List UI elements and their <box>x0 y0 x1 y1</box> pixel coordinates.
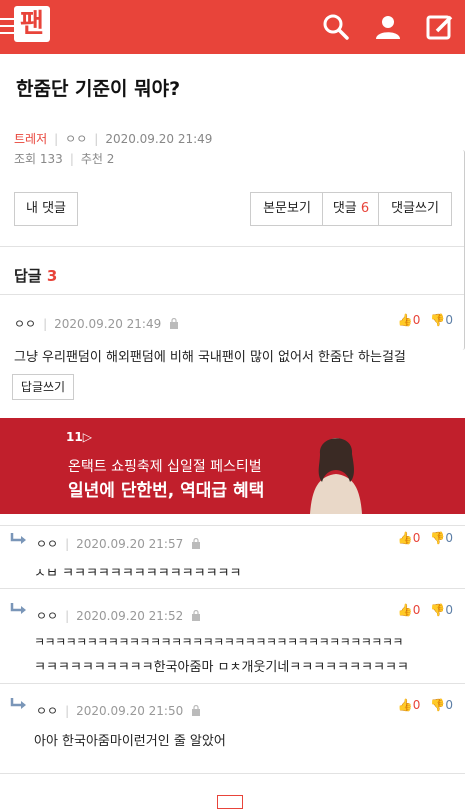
reply-arrow-icon <box>10 533 26 544</box>
downvote-count: 0 <box>445 313 453 327</box>
post-title: 한줌단 기준이 뭐야? <box>16 78 181 100</box>
comments-button[interactable]: 댓글 6 <box>322 192 380 226</box>
divider <box>0 525 465 526</box>
reply-votes: 👍0 👎0 <box>398 531 453 545</box>
post-stats: 조회 133 | 추천 2 <box>14 152 115 166</box>
ad-line1: 온택트 쇼핑축제 십일절 페스티벌 <box>68 459 262 475</box>
divider <box>0 246 465 247</box>
reply-text-line2: ㅋㅋㅋㅋㅋㅋㅋㅋㅋㅋ한국아줌마 ㅁㅊ개웃기네ㅋㅋㅋㅋㅋㅋㅋㅋㅋㅋ <box>34 660 409 675</box>
ad-model-image <box>310 438 362 514</box>
write-comment-button[interactable]: 댓글쓰기 <box>378 192 452 226</box>
downvote-button[interactable]: 👎0 <box>430 531 453 545</box>
reply-arrow-icon <box>10 698 26 709</box>
reply-nick[interactable]: ㅇㅇ <box>36 702 58 719</box>
reply-votes: 👍0 👎0 <box>398 698 453 712</box>
reply-arrow-icon <box>10 603 26 614</box>
scrollbar[interactable] <box>460 150 465 350</box>
comment-meta: ㅇㅇ | 2020.09.20 21:49 <box>14 315 179 332</box>
comment-nick[interactable]: ㅇㅇ <box>14 315 36 332</box>
upvote-count: 0 <box>412 531 421 545</box>
reply-text: ㅅㅂ ㅋㅋㅋㅋㅋㅋㅋㅋㅋㅋㅋㅋㅋㅋㅋ <box>34 566 242 581</box>
reply-text: ㅋㅋㅋㅋㅋㅋㅋㅋㅋㅋㅋㅋㅋㅋㅋㅋㅋㅋㅋㅋㅋㅋㅋㅋㅋㅋㅋㅋㅋㅋㅋㅋㅋㅋㅋ <box>34 635 403 649</box>
divider <box>0 773 465 774</box>
downvote-count: 0 <box>445 603 453 617</box>
lock-icon <box>192 538 201 549</box>
downvote-count: 0 <box>445 698 453 712</box>
ad-brand: 11▷ <box>66 430 92 444</box>
downvote-button[interactable]: 👎0 <box>430 313 453 327</box>
post-recommend: 추천 2 <box>80 152 115 166</box>
ad-line2: 일년에 단한번, 역대급 혜택 <box>68 481 265 501</box>
reply-meta: ㅇㅇ | 2020.09.20 21:52 <box>36 607 201 624</box>
lock-icon <box>192 610 201 621</box>
reply-meta: ㅇㅇ | 2020.09.20 21:57 <box>36 535 201 552</box>
upvote-count: 0 <box>412 698 421 712</box>
comments-count: 6 <box>360 201 370 216</box>
lock-icon <box>192 705 201 716</box>
replies-count: 3 <box>46 267 58 285</box>
lock-icon <box>170 318 179 329</box>
replies-heading: 답글 3 <box>14 265 57 286</box>
user-icon[interactable] <box>373 12 403 42</box>
post-views: 조회 133 <box>14 152 63 166</box>
reply-datetime: 2020.09.20 21:50 <box>76 703 184 718</box>
downvote-button[interactable]: 👎0 <box>430 698 453 712</box>
upvote-button[interactable]: 👍0 <box>398 603 421 617</box>
reply-button[interactable]: 답글쓰기 <box>12 374 74 400</box>
write-icon[interactable] <box>425 12 455 42</box>
downvote-count: 0 <box>445 531 453 545</box>
ad-banner[interactable]: 11▷ 온택트 쇼핑축제 십일절 페스티벌 일년에 단한번, 역대급 혜택 <box>0 418 465 514</box>
post-author[interactable]: 트레저 <box>14 132 47 146</box>
comment-text: 그냥 우리팬덤이 해외팬덤에 비해 국내팬이 많이 없어서 한줌단 하는걸걸 <box>14 350 406 365</box>
post-nickname: ㅇㅇ <box>65 132 88 146</box>
site-logo[interactable]: 팬 <box>14 6 50 42</box>
my-comments-button[interactable]: 내 댓글 <box>14 192 78 226</box>
reply-text: 아아 한국아줌마이런거인 줄 알았어 <box>34 734 226 749</box>
divider <box>0 683 465 684</box>
pagination-box[interactable] <box>217 795 243 809</box>
downvote-button[interactable]: 👎0 <box>430 603 453 617</box>
top-bar: 팬 <box>0 0 465 54</box>
upvote-count: 0 <box>412 603 421 617</box>
replies-label: 답글 <box>14 267 42 285</box>
reply-datetime: 2020.09.20 21:52 <box>76 608 184 623</box>
view-post-button[interactable]: 본문보기 <box>250 192 324 226</box>
reply-datetime: 2020.09.20 21:57 <box>76 536 184 551</box>
post-datetime: 2020.09.20 21:49 <box>105 132 213 146</box>
upvote-button[interactable]: 👍0 <box>398 531 421 545</box>
divider <box>0 294 465 295</box>
search-icon[interactable] <box>321 12 351 42</box>
comment-votes: 👍0 👎0 <box>398 313 453 327</box>
comments-label: 댓글 <box>332 201 357 216</box>
comment-datetime: 2020.09.20 21:49 <box>54 316 162 331</box>
reply-nick[interactable]: ㅇㅇ <box>36 607 58 624</box>
upvote-button[interactable]: 👍0 <box>398 698 421 712</box>
reply-votes: 👍0 👎0 <box>398 603 453 617</box>
divider <box>0 588 465 589</box>
upvote-button[interactable]: 👍0 <box>398 313 421 327</box>
reply-nick[interactable]: ㅇㅇ <box>36 535 58 552</box>
menu-icon[interactable] <box>0 18 14 36</box>
upvote-count: 0 <box>412 313 421 327</box>
reply-meta: ㅇㅇ | 2020.09.20 21:50 <box>36 702 201 719</box>
post-meta: 트레저 | ㅇㅇ | 2020.09.20 21:49 <box>14 132 213 146</box>
